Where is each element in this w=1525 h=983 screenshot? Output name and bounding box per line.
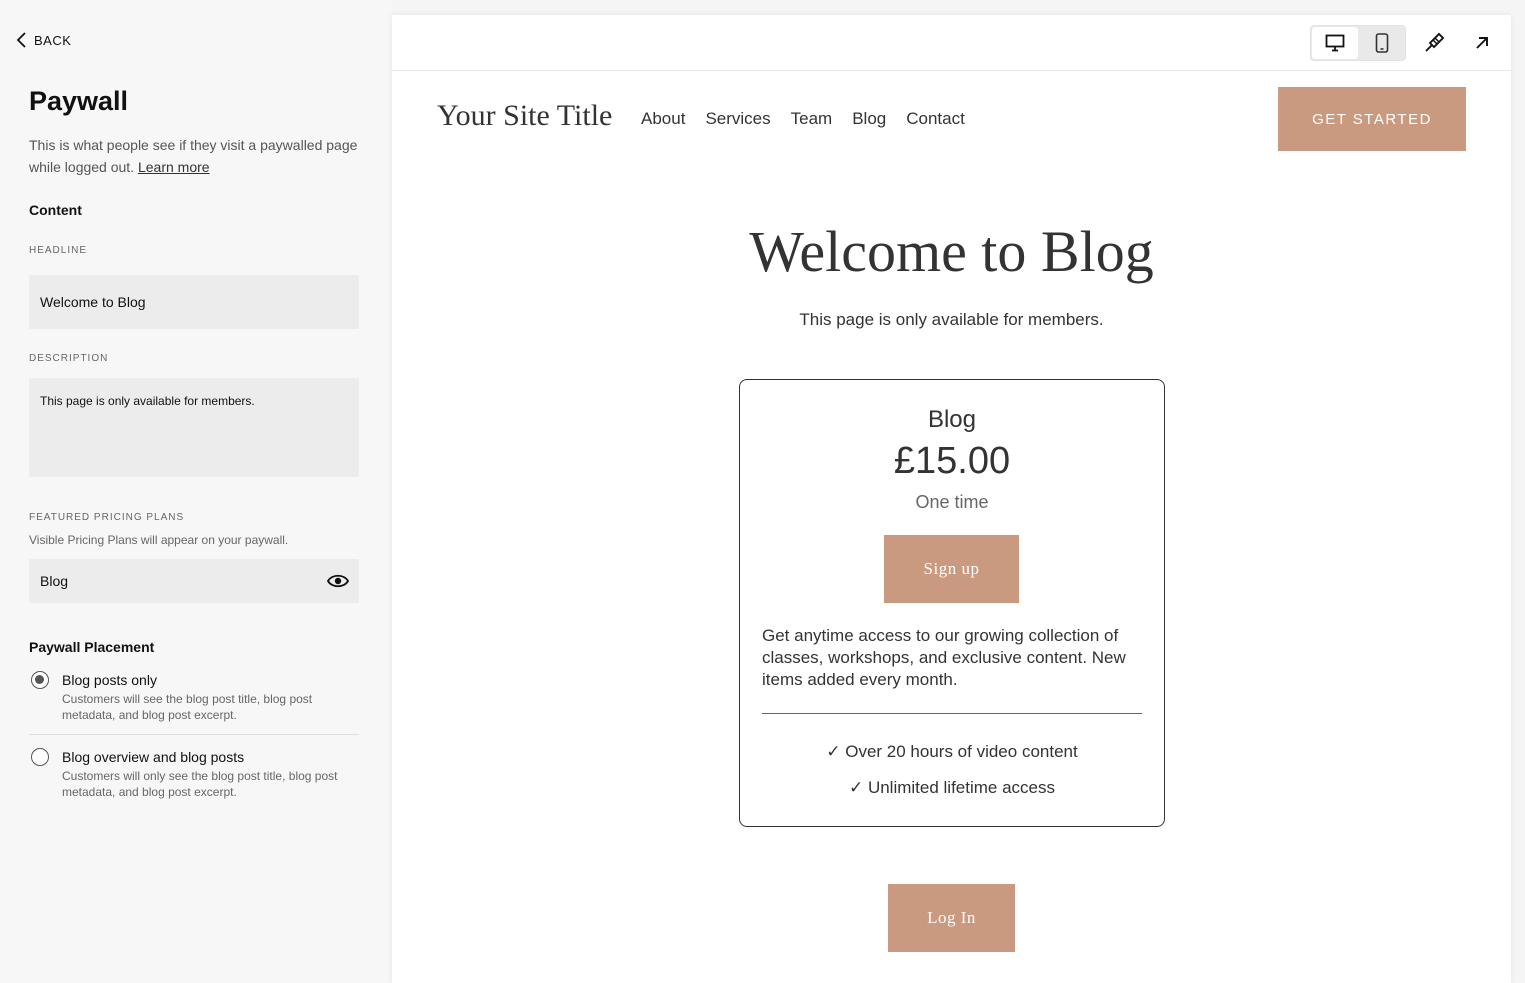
headline-input-value: Welcome to Blog — [40, 294, 146, 310]
placement-heading: Paywall Placement — [29, 639, 155, 655]
plan-divider — [762, 713, 1142, 714]
learn-more-link[interactable]: Learn more — [138, 159, 210, 175]
nav-link-about[interactable]: About — [641, 109, 685, 129]
paywall-settings-panel: BACK Paywall This is what people see if … — [0, 0, 392, 983]
plan-price: £15.00 — [893, 440, 1011, 482]
open-site-button[interactable] — [1471, 32, 1493, 54]
description-textarea[interactable]: This page is only available for members. — [29, 378, 359, 477]
pricing-plan-name: Blog — [40, 573, 69, 589]
plan-description: Get anytime access to our growing collec… — [762, 626, 1126, 689]
pricing-plans-help: Visible Pricing Plans will appear on you… — [29, 533, 289, 547]
headline-input[interactable]: Welcome to Blog — [29, 275, 359, 329]
log-in-button[interactable]: Log In — [888, 884, 1015, 952]
back-button[interactable]: BACK — [16, 32, 71, 48]
pricing-plans-label: FEATURED PRICING PLANS — [29, 512, 185, 523]
placement-option-overview-and-posts[interactable]: Blog overview and blog posts Customers w… — [29, 746, 359, 806]
placement-option-blog-posts-only[interactable]: Blog posts only Customers will see the b… — [29, 669, 359, 729]
pricing-plan-card: Blog £15.00 One time Sign up Get anytime… — [739, 379, 1165, 827]
sign-up-button[interactable]: Sign up — [884, 535, 1019, 603]
design-button[interactable] — [1423, 32, 1445, 54]
back-label: BACK — [34, 32, 72, 48]
site-preview: Your Site Title About Services Team Blog… — [392, 15, 1511, 983]
mobile-icon — [1375, 33, 1389, 53]
headline-label: HEADLINE — [29, 245, 88, 256]
eye-icon[interactable] — [327, 571, 349, 591]
placement-option-label: Blog posts only — [62, 672, 157, 688]
paywall-headline: Welcome to Blog — [749, 219, 1154, 284]
site-nav: About Services Team Blog Contact — [641, 109, 965, 129]
paintbrush-icon — [1425, 32, 1445, 52]
device-toggle — [1310, 25, 1406, 61]
plan-feature: ✓ Unlimited lifetime access — [848, 778, 1056, 797]
description-textarea-value: This page is only available for members. — [40, 394, 255, 408]
nav-link-services[interactable]: Services — [705, 109, 770, 129]
panel-intro: This is what people see if they visit a … — [29, 134, 359, 178]
divider — [29, 734, 359, 735]
content-heading: Content — [29, 202, 82, 218]
radio-selected[interactable] — [31, 671, 49, 689]
nav-link-contact[interactable]: Contact — [906, 109, 965, 129]
pricing-plan-item[interactable]: Blog — [29, 559, 359, 603]
plan-term: One time — [915, 492, 989, 512]
plan-feature: ✓ Over 20 hours of video content — [826, 742, 1078, 761]
desktop-view-button[interactable] — [1312, 27, 1358, 59]
nav-link-team[interactable]: Team — [791, 109, 833, 129]
plan-name: Blog — [927, 406, 977, 433]
site-header: Your Site Title About Services Team Blog… — [392, 71, 1511, 167]
preview-toolbar — [392, 15, 1511, 71]
placement-option-desc: Customers will only see the blog post ti… — [62, 769, 338, 799]
paywall-description: This page is only available for members. — [799, 310, 1104, 329]
mobile-view-button[interactable] — [1359, 27, 1405, 59]
placement-option-label: Blog overview and blog posts — [62, 749, 245, 765]
desktop-icon — [1325, 34, 1345, 52]
chevron-left-icon — [16, 32, 26, 48]
radio-unselected[interactable] — [31, 748, 49, 766]
site-title[interactable]: Your Site Title — [437, 99, 612, 133]
placement-option-desc: Customers will see the blog post title, … — [62, 692, 313, 722]
panel-title: Paywall — [29, 86, 129, 116]
get-started-button[interactable]: GET STARTED — [1278, 87, 1466, 151]
arrow-up-right-icon — [1476, 37, 1488, 49]
description-label: DESCRIPTION — [29, 353, 109, 364]
nav-link-blog[interactable]: Blog — [852, 109, 886, 129]
